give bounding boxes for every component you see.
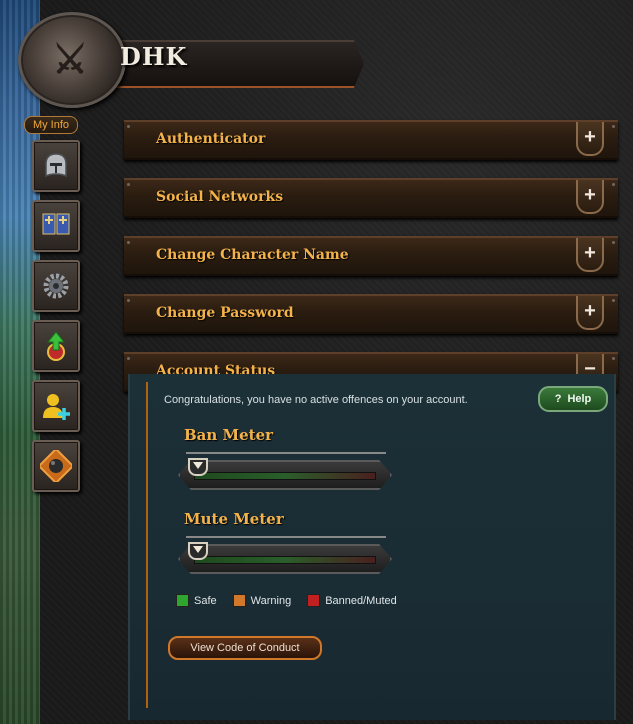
ban-meter-track [194,472,376,480]
helmet-icon [45,153,67,178]
legend-warning: Warning [232,594,292,607]
sidebar-item-add-friend[interactable] [32,380,80,432]
mute-meter [178,544,392,574]
section-authenticator[interactable]: Authenticator + [124,120,618,160]
ban-meter-pointer [188,458,208,476]
legend-label: Banned/Muted [325,594,397,607]
legend-label: Warning [250,594,292,607]
section-change-character-name[interactable]: Change Character Name + [124,236,618,276]
section-title: Social Networks [156,189,284,205]
shield-crest-icon: ⚔ [18,12,126,108]
mute-meter-rule [186,536,386,538]
section-social-networks[interactable]: Social Networks + [124,178,618,218]
section-title: Change Character Name [156,247,349,263]
ban-meter [178,460,392,490]
banned-swatch [307,594,321,607]
mute-meter-label: Mute Meter [184,510,284,528]
help-label: Help [567,393,592,405]
legend-banned: Banned/Muted [307,594,397,607]
level-up-icon [46,331,66,361]
sidebar [30,130,80,492]
expand-toggle[interactable]: + [576,122,604,156]
section-change-password[interactable]: Change Password + [124,294,618,334]
sidebar-item-banners[interactable] [32,200,80,252]
banner-icon [42,213,70,235]
sidebar-item-helmet[interactable] [32,140,80,192]
mute-meter-track [194,556,376,564]
settings-accordion: Authenticator + Social Networks + Change… [124,120,618,410]
account-status-panel: Congratulations, you have no active offe… [128,374,616,720]
view-code-of-conduct-button[interactable]: View Code of Conduct [168,636,322,660]
expand-toggle[interactable]: + [576,238,604,272]
meter-legend: Safe Warning Banned/Muted [176,594,397,607]
bomb-icon [40,450,72,482]
help-button[interactable]: ? Help [538,386,608,412]
sidebar-item-settings[interactable] [32,260,80,312]
crest-glyph: ⚔ [52,36,88,83]
username: DHK [120,42,188,71]
sidebar-item-bomb[interactable] [32,440,80,492]
safe-swatch [176,594,189,607]
status-message: Congratulations, you have no active offe… [164,394,468,406]
section-title: Change Password [156,305,294,321]
mute-meter-pointer [188,542,208,560]
legend-safe: Safe [176,594,217,607]
ban-meter-rule [186,452,386,454]
warning-swatch [232,594,246,607]
section-title: Authenticator [156,131,266,147]
expand-toggle[interactable]: + [576,296,604,330]
gear-icon [43,273,69,299]
help-question-icon: ? [554,393,562,405]
sidebar-item-levels[interactable] [32,320,80,372]
legend-label: Safe [194,594,217,607]
add-user-icon [43,394,70,420]
profile-header: ⚔ DHK [18,12,368,108]
expand-toggle[interactable]: + [576,180,604,214]
ban-meter-label: Ban Meter [184,426,274,444]
